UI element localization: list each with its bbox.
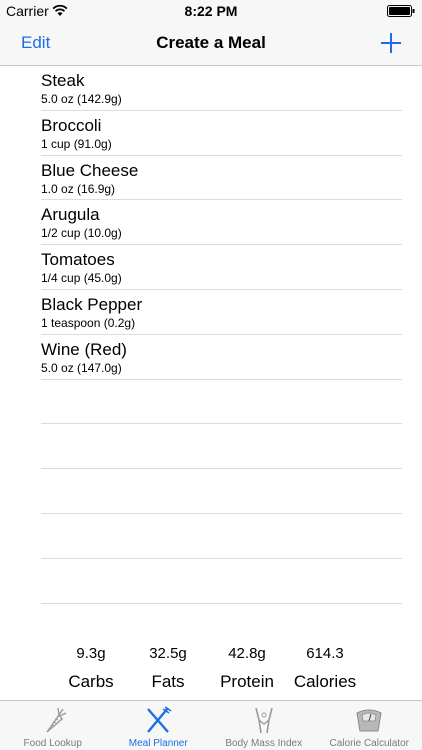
list-item[interactable]: Black Pepper 1 teaspoon (0.2g) — [41, 290, 402, 335]
status-bar: Carrier 8:22 PM — [0, 0, 422, 22]
list-item[interactable]: Broccoli 1 cup (91.0g) — [41, 111, 402, 156]
empty-row — [41, 469, 402, 514]
tab-food-lookup[interactable]: Food Lookup — [0, 701, 106, 750]
food-name: Tomatoes — [41, 250, 115, 270]
food-amount: 1.0 oz (16.9g) — [41, 181, 116, 196]
tab-label: Food Lookup — [23, 738, 82, 749]
list-item[interactable]: Wine (Red) 5.0 oz (147.0g) — [41, 335, 402, 380]
food-name: Blue Cheese — [41, 160, 139, 180]
food-amount: 1 teaspoon (0.2g) — [41, 315, 136, 330]
carbs-total: 9.3g Carbs — [51, 644, 131, 694]
empty-row — [41, 559, 402, 604]
list-item[interactable]: Tomatoes 1/4 cup (45.0g) — [41, 245, 402, 290]
scale-icon — [356, 709, 382, 732]
food-name: Broccoli — [41, 115, 102, 135]
calories-label: Calories — [293, 672, 357, 691]
food-amount: 1 cup (91.0g) — [41, 136, 112, 151]
tab-calorie-calculator[interactable]: Calorie Calculator — [317, 701, 422, 750]
empty-row — [41, 380, 402, 425]
food-name: Wine (Red) — [41, 339, 127, 359]
empty-row — [41, 424, 402, 470]
fats-value: 32.5g — [149, 645, 187, 662]
calories-total: 614.3 Calories — [285, 644, 365, 694]
tab-body-mass-index[interactable]: Body Mass Index — [211, 701, 317, 750]
fats-total: 32.5g Fats — [128, 644, 208, 694]
tab-label: Meal Planner — [128, 738, 188, 749]
list-item[interactable]: Steak 5.0 oz (142.9g) — [41, 66, 402, 111]
tab-bar: Food Lookup Meal Planner Body Mass Index… — [0, 700, 422, 750]
empty-row — [41, 514, 402, 559]
nav-bar: Edit Create a Meal — [0, 22, 422, 66]
fork-knife-icon — [147, 706, 172, 733]
tab-meal-planner[interactable]: Meal Planner — [106, 701, 212, 750]
calories-value: 614.3 — [306, 645, 344, 662]
food-name: Arugula — [41, 205, 100, 225]
list-item[interactable]: Arugula 1/2 cup (10.0g) — [41, 200, 402, 246]
protein-value: 42.8g — [228, 645, 266, 662]
page-title: Create a Meal — [156, 33, 266, 52]
body-icon — [254, 707, 273, 734]
fats-label: Fats — [151, 672, 185, 691]
carbs-label: Carbs — [68, 672, 114, 691]
battery-icon — [387, 5, 415, 17]
carrot-icon — [46, 707, 67, 733]
food-name: Black Pepper — [41, 294, 143, 314]
nutrition-totals: 9.3g Carbs 32.5g Fats 42.8g Protein 614.… — [0, 644, 422, 700]
food-amount: 5.0 oz (142.9g) — [41, 92, 122, 106]
food-list: Steak 5.0 oz (142.9g) Broccoli 1 cup (91… — [41, 66, 402, 604]
food-name: Steak — [41, 71, 85, 90]
list-item[interactable]: Blue Cheese 1.0 oz (16.9g) — [41, 156, 402, 201]
tab-label: Calorie Calculator — [329, 738, 409, 749]
food-amount: 5.0 oz (147.0g) — [41, 360, 122, 375]
status-time: 8:22 PM — [184, 3, 238, 19]
protein-label: Protein — [220, 672, 274, 691]
add-icon[interactable] — [380, 32, 402, 54]
protein-total: 42.8g Protein — [207, 644, 287, 694]
food-amount: 1/2 cup (10.0g) — [41, 226, 122, 241]
carbs-value: 9.3g — [76, 645, 106, 662]
food-amount: 1/4 cup (45.0g) — [41, 271, 122, 286]
tab-label: Body Mass Index — [225, 738, 303, 749]
